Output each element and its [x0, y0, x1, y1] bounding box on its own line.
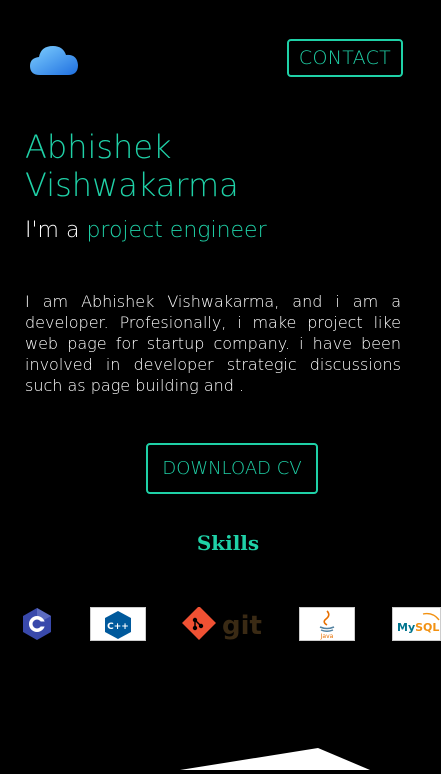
- git-logo-icon: git: [182, 606, 264, 641]
- cloud-logo-icon[interactable]: [28, 42, 80, 78]
- java-logo-icon: Java: [299, 607, 355, 641]
- c-logo-icon: [22, 607, 52, 641]
- svg-text:C++: C++: [107, 622, 129, 632]
- svg-text:git: git: [222, 611, 262, 641]
- bottom-divider-shape: [0, 740, 441, 770]
- contact-button[interactable]: CONTACT: [287, 39, 403, 77]
- skills-title: Skills: [196, 531, 260, 555]
- hero-name: Abhishek Vishwakarma: [25, 128, 239, 204]
- download-cv-button[interactable]: DOWNLOAD CV: [146, 443, 318, 494]
- svg-text:MySQL: MySQL: [397, 621, 439, 634]
- cpp-logo-icon: C++: [90, 607, 146, 641]
- role-prefix: I'm a: [25, 218, 87, 243]
- hero-role: I'm a project engineer: [25, 218, 267, 243]
- svg-text:Java: Java: [320, 633, 334, 640]
- mysql-logo-icon: MySQL: [392, 607, 441, 641]
- role-highlight: project engineer: [86, 218, 267, 243]
- about-text: I am Abhishek Vishwakarma, and i am a de…: [25, 292, 401, 395]
